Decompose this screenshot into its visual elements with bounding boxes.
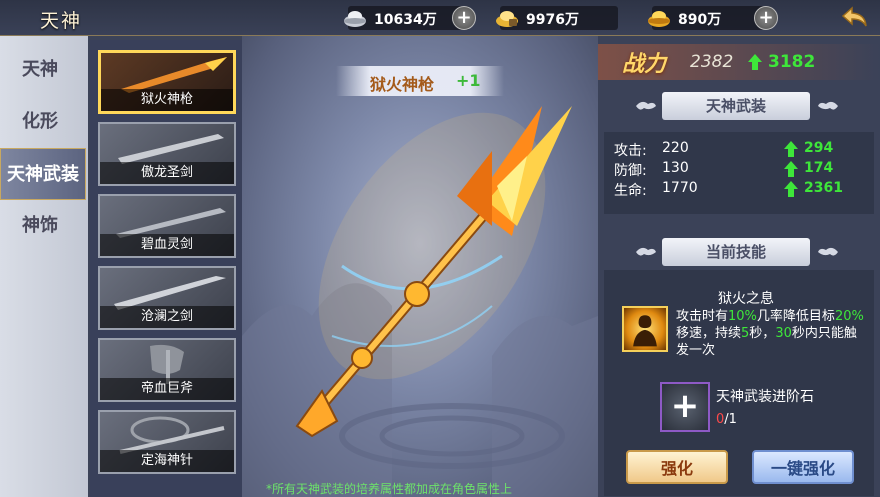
- equipment-label: 沧澜之剑: [100, 306, 234, 328]
- weapon-name: 狱火神枪: [370, 75, 435, 94]
- back-arrow-icon[interactable]: [840, 4, 870, 30]
- equipment-label: 定海神针: [100, 450, 234, 472]
- add-gold-button[interactable]: +: [754, 6, 778, 30]
- stat-gain: 294: [804, 140, 834, 156]
- combat-power-row: 战力 2382 3182: [598, 44, 880, 80]
- enhance-button[interactable]: 强化: [626, 450, 728, 484]
- combat-power-label: 战力: [622, 52, 667, 77]
- combat-power-gain: 3182: [768, 52, 816, 72]
- silver-currency: 10634万 +: [344, 6, 476, 30]
- gold-currency: 890万 +: [648, 6, 778, 30]
- gold-ingot-lock-icon: [496, 11, 518, 27]
- equipment-label: 傲龙圣剑: [100, 162, 234, 184]
- advancement-stone-slot[interactable]: +: [660, 382, 710, 432]
- stat-name: 攻击:: [614, 143, 647, 159]
- silver-amount: 10634万: [374, 12, 437, 28]
- equipment-item-aolong-shengjian[interactable]: 傲龙圣剑: [98, 122, 236, 186]
- cloud-ornament-icon: [818, 247, 838, 256]
- skill-description: 攻击时有10%几率降低目标20%移速，持续5秒，30秒内只能触发一次: [676, 309, 864, 358]
- tab-tianshen[interactable]: 天神: [0, 44, 80, 96]
- fire-aura-icon[interactable]: [622, 306, 668, 352]
- stat-value: 220: [662, 140, 689, 156]
- up-arrow-icon: [784, 141, 798, 157]
- equipment-item-dixue-jufu[interactable]: 帝血巨斧: [98, 338, 236, 402]
- stats-section-header: 天神武装: [662, 92, 810, 120]
- weapon-title-banner: 狱火神枪 +1: [336, 66, 504, 96]
- stat-name: 生命:: [614, 183, 647, 199]
- bound-gold-amount: 9976万: [526, 12, 579, 28]
- page-title: 天神: [40, 10, 83, 32]
- category-tabs: 天神 化形 天神武装 神饰: [0, 36, 88, 497]
- up-arrow-icon: [748, 54, 762, 70]
- equipment-item-canglan-zhijian[interactable]: 沧澜之剑: [98, 266, 236, 330]
- skill-box: 狱火之息 攻击时有10%几率降低目标20%移速，持续5秒，30秒内只能触发一次 …: [604, 270, 874, 496]
- up-arrow-icon: [784, 181, 798, 197]
- combat-power-value: 2382: [690, 52, 734, 72]
- silver-ingot-icon: [344, 11, 366, 27]
- stat-gain: 174: [804, 160, 834, 176]
- weapon-level: +1: [456, 71, 481, 90]
- top-bar: 天神 10634万 + 9976万 890万 +: [0, 0, 880, 36]
- equipment-item-bixue-lingjian[interactable]: 碧血灵剑: [98, 194, 236, 258]
- equipment-label: 碧血灵剑: [100, 234, 234, 256]
- cloud-ornament-icon: [818, 101, 838, 110]
- stone-name: 天神武装进阶石: [716, 389, 814, 405]
- skill-name: 狱火之息: [718, 291, 774, 307]
- tab-shenshi[interactable]: 神饰: [0, 200, 80, 252]
- skill-section-header: 当前技能: [662, 238, 810, 266]
- equipment-label: 狱火神枪: [101, 89, 233, 111]
- info-panel: 战力 2382 3182 天神武装 攻击: 220 294 防御: 130 17…: [598, 36, 880, 497]
- cloud-ornament-icon: [636, 247, 656, 256]
- stone-count: 0/1: [716, 412, 737, 427]
- stat-value: 1770: [662, 180, 698, 196]
- tab-tianshen-wuzhuang[interactable]: 天神武装: [0, 148, 86, 200]
- gold-ingot-icon: [648, 11, 670, 27]
- stats-box: 攻击: 220 294 防御: 130 174 生命: 1770 2361: [604, 132, 874, 214]
- plus-icon: +: [670, 386, 700, 426]
- stat-name: 防御:: [614, 163, 647, 179]
- gold-amount: 890万: [678, 12, 722, 28]
- bound-gold-currency: 9976万: [496, 6, 618, 30]
- stat-gain: 2361: [804, 180, 843, 196]
- attribute-footnote: *所有天神武装的培养属性都加成在角色属性上: [266, 482, 513, 496]
- enhance-all-button[interactable]: 一键强化: [752, 450, 854, 484]
- equipment-item-yuhuo-shenqiang[interactable]: 狱火神枪: [98, 50, 236, 114]
- tab-huaxing[interactable]: 化形: [0, 96, 80, 148]
- stat-value: 130: [662, 160, 689, 176]
- weapon-display: 狱火神枪 +1 *所有天神武装的培养属性都加成在角色属性上: [242, 36, 598, 497]
- add-silver-button[interactable]: +: [452, 6, 476, 30]
- up-arrow-icon: [784, 161, 798, 177]
- weapon-artwork: [242, 106, 598, 497]
- equipment-list: 狱火神枪 傲龙圣剑 碧血灵剑 沧澜之剑 帝血巨斧 定海神针: [90, 40, 242, 497]
- equipment-item-dinghai-shenzhen[interactable]: 定海神针: [98, 410, 236, 474]
- equipment-label: 帝血巨斧: [100, 378, 234, 400]
- cloud-ornament-icon: [636, 101, 656, 110]
